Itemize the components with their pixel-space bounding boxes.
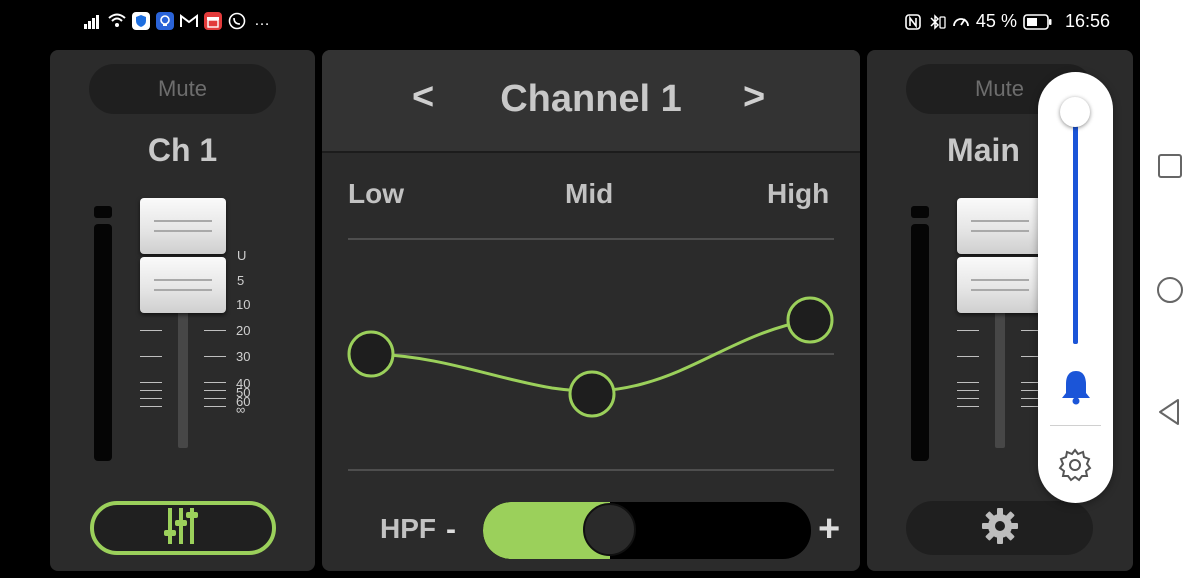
volume-slider-knob[interactable] xyxy=(1060,97,1090,127)
battery-percent: 45 % xyxy=(975,11,1017,31)
sliders-icon xyxy=(163,506,203,551)
eq-node-low[interactable] xyxy=(347,330,395,378)
scale-label: ∞ xyxy=(236,402,246,417)
speedometer-icon xyxy=(952,13,970,31)
fader-cap-main[interactable] xyxy=(957,257,1043,313)
hpf-label: HPF xyxy=(380,513,436,544)
hpf-slider-knob[interactable] xyxy=(583,503,636,556)
level-meter xyxy=(94,224,112,461)
shield-app-icon xyxy=(132,12,150,30)
hpf-decrease-button[interactable]: - xyxy=(446,513,456,547)
status-icons-left: … xyxy=(84,12,271,30)
nfc-icon xyxy=(904,13,922,31)
hpf-increase-button[interactable]: + xyxy=(818,508,840,551)
clock: 16:56 xyxy=(1064,11,1110,31)
fader-cap[interactable] xyxy=(140,198,226,254)
level-meter-main xyxy=(911,224,929,461)
home-button-icon[interactable] xyxy=(1156,276,1184,309)
mute-button-ch1[interactable]: Mute xyxy=(89,64,276,114)
eq-mixer-button[interactable] xyxy=(90,501,276,555)
gift-app-icon xyxy=(204,12,222,30)
bluetooth-battery-icon xyxy=(928,13,946,31)
status-icons-right: 45 % 16:56 xyxy=(904,11,1110,32)
channel-label: Ch 1 xyxy=(147,132,218,168)
navigation-bar xyxy=(1140,0,1200,578)
scale-label: U xyxy=(237,248,247,263)
channel-strip-left: Mute Ch 1 U 5 10 20 30 40 50 60 ∞ xyxy=(50,50,315,571)
battery-icon xyxy=(1023,13,1053,31)
scale-label: 30 xyxy=(236,349,251,364)
eq-node-high[interactable] xyxy=(786,296,834,344)
eq-panel: < Channel 1 > Low Mid High HPF - + xyxy=(322,50,860,571)
gmail-icon xyxy=(180,12,198,30)
bell-icon[interactable] xyxy=(1059,368,1093,411)
settings-button[interactable] xyxy=(906,501,1093,555)
scale-label: 20 xyxy=(236,323,251,338)
more-notifications: … xyxy=(254,12,271,29)
scale-label: 10 xyxy=(236,297,251,312)
signal-icon xyxy=(84,12,102,30)
volume-slider[interactable] xyxy=(1073,100,1078,344)
eq-node-mid[interactable] xyxy=(568,370,616,418)
status-bar: … 45 % 16:56 xyxy=(0,0,1140,46)
wifi-icon xyxy=(108,12,126,30)
hpf-slider[interactable] xyxy=(483,502,811,559)
gear-icon xyxy=(980,506,1020,551)
clip-indicator xyxy=(94,206,112,218)
volume-divider xyxy=(1050,425,1101,426)
clip-indicator-main xyxy=(911,206,929,218)
recents-button-icon[interactable] xyxy=(1157,153,1183,184)
fader-cap[interactable] xyxy=(140,257,226,313)
scale-label: 5 xyxy=(237,273,245,288)
eq-curve-graph[interactable] xyxy=(322,50,860,571)
fader-cap-main[interactable] xyxy=(957,198,1043,254)
bulb-app-icon xyxy=(156,12,174,30)
volume-slider-fill xyxy=(1073,112,1078,344)
back-button-icon[interactable] xyxy=(1156,398,1182,431)
volume-popup xyxy=(1038,72,1113,503)
whatsapp-icon xyxy=(228,12,246,30)
gear-icon[interactable] xyxy=(1057,447,1093,488)
